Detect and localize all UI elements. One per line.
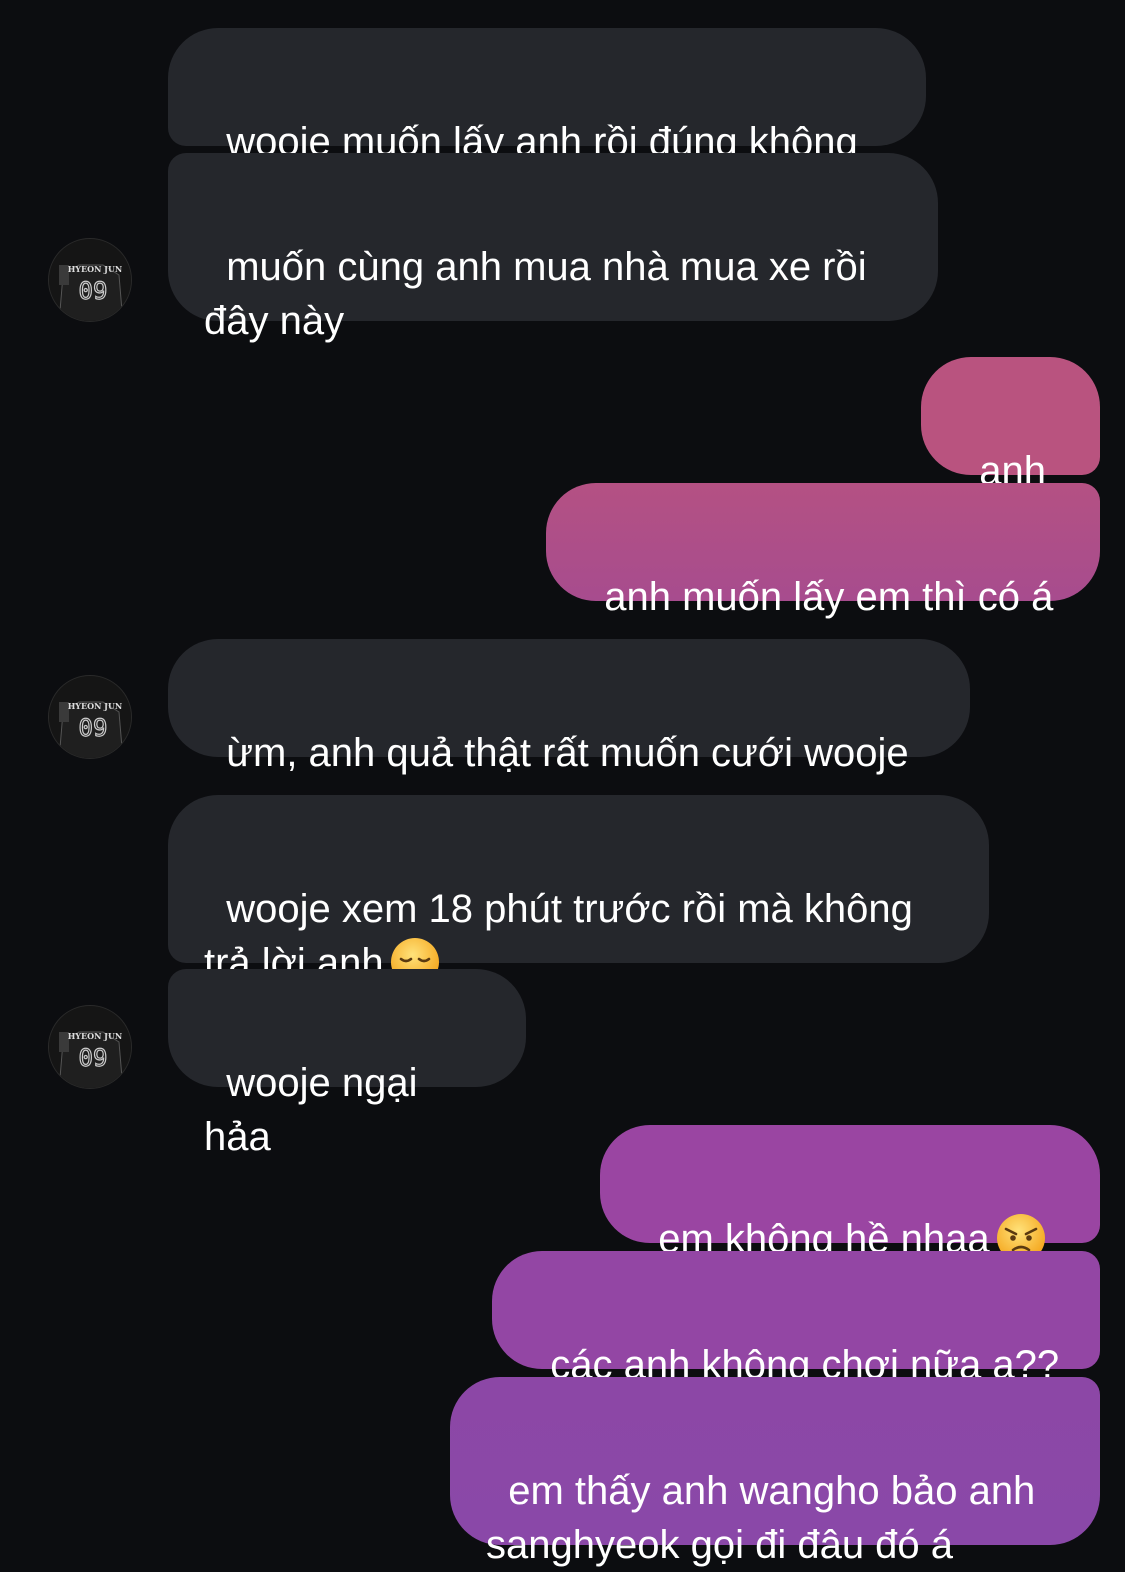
avatar-jersey-image: HYEON JUN 09 — [49, 1006, 131, 1088]
sender-avatar[interactable]: HYEON JUN 09 — [48, 1005, 132, 1089]
sender-avatar[interactable]: HYEON JUN 09 — [48, 238, 132, 322]
incoming-message[interactable]: muốn cùng anh mua nhà mua xe rồi đây này — [168, 153, 938, 343]
jersey-name: HYEON JUN — [68, 264, 123, 274]
jersey-name: HYEON JUN — [68, 1031, 123, 1041]
incoming-message[interactable]: wooje xem 18 phút trước rồi mà không trả… — [168, 795, 989, 987]
sender-avatar[interactable]: HYEON JUN 09 — [48, 675, 132, 759]
incoming-message[interactable]: ừm, anh quả thật rất muốn cưới wooje — [168, 639, 970, 775]
avatar-jersey-image: HYEON JUN 09 — [49, 239, 131, 321]
message-text: anh muốn lấy em thì có á — [604, 575, 1054, 619]
jersey-number: 09 — [79, 714, 108, 742]
outgoing-message[interactable]: các anh không chơi nữa ạ?? — [492, 1251, 1100, 1387]
jersey-number: 09 — [79, 277, 108, 305]
message-text: muốn cùng anh mua nhà mua xe rồi đây này — [204, 245, 867, 343]
outgoing-message[interactable]: em thấy anh wangho bảo anh sanghyeok gọi… — [450, 1377, 1100, 1567]
incoming-message[interactable]: wooje ngại hảa — [168, 969, 526, 1159]
message-text: ừm, anh quả thật rất muốn cưới wooje — [226, 731, 909, 775]
outgoing-message[interactable]: anh muốn lấy em thì có á — [546, 483, 1100, 619]
jersey-number: 09 — [79, 1044, 108, 1072]
outgoing-message[interactable]: anh á — [921, 357, 1100, 547]
jersey-name: HYEON JUN — [68, 701, 123, 711]
incoming-message[interactable]: wooje muốn lấy anh rồi đúng không — [168, 28, 926, 164]
message-text: wooje ngại hảa — [204, 1061, 429, 1159]
message-text: em thấy anh wangho bảo anh sanghyeok gọi… — [486, 1469, 1036, 1567]
outgoing-message[interactable]: em không hề nhaa — [600, 1125, 1100, 1263]
avatar-jersey-image: HYEON JUN 09 — [49, 676, 131, 758]
